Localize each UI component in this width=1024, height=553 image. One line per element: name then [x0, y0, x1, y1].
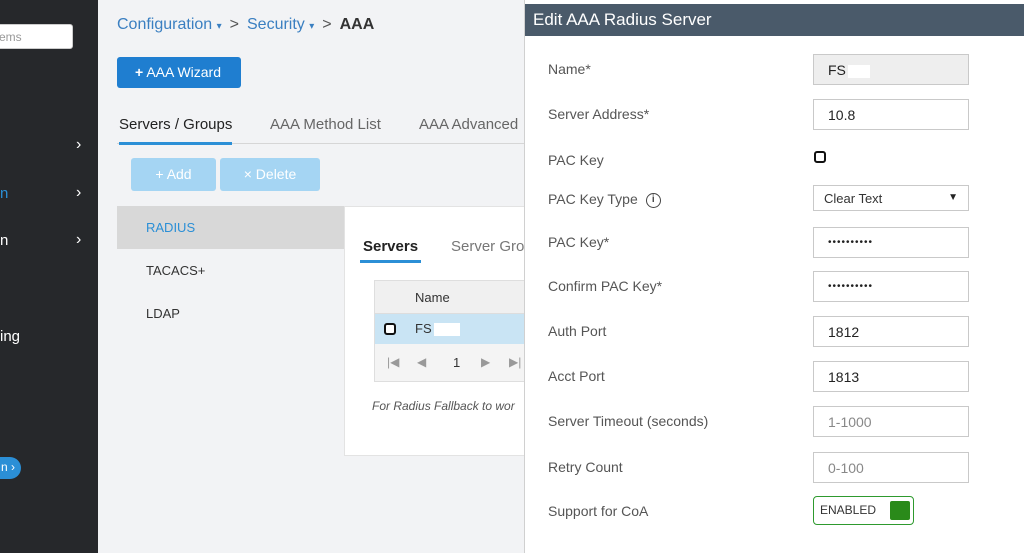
sidebar-item-3[interactable]: n ›	[0, 231, 98, 252]
tab-bar: Servers / Groups AAA Method List AAA Adv…	[117, 114, 528, 145]
name-label: Name*	[548, 61, 591, 77]
sidebar-item-2[interactable]: n ›	[0, 184, 98, 205]
chevron-right-icon: ›	[76, 136, 82, 153]
server-address-label: Server Address*	[548, 106, 650, 122]
next-page-icon[interactable]: ▶	[481, 355, 490, 369]
close-icon: ×	[243, 166, 252, 182]
server-type-radius[interactable]: RADIUS	[117, 206, 344, 249]
delete-label: Delete	[255, 166, 297, 182]
breadcrumb-configuration[interactable]: Configuration ▾	[117, 16, 222, 33]
server-type-ldap[interactable]: LDAP	[117, 292, 344, 335]
caret-down-icon: ▾	[309, 21, 315, 32]
row-name: FS	[415, 321, 460, 337]
info-icon[interactable]: i	[645, 192, 661, 208]
server-timeout-label: Server Timeout (seconds)	[548, 413, 709, 429]
toggle-knob	[890, 501, 910, 520]
grid-header-name[interactable]: Name	[415, 290, 450, 305]
aaa-wizard-label: AAA Wizard	[146, 64, 222, 80]
server-address-field[interactable]: 10.8	[813, 99, 969, 130]
main-content: Configuration ▾ > Security ▾ > AAA + AAA Wiz…	[98, 0, 528, 553]
servers-grid: Name FS |◀ ◀ 1 ▶ ▶|	[374, 280, 528, 382]
breadcrumb-current: AAA	[339, 16, 375, 33]
aaa-wizard-button[interactable]: + AAA Wizard	[117, 57, 241, 88]
auth-port-label: Auth Port	[548, 323, 607, 339]
delete-button[interactable]: × Delete	[220, 158, 320, 191]
add-button[interactable]: + Add	[131, 158, 216, 191]
sidebar-item-1[interactable]: ›	[0, 136, 98, 157]
confirm-pac-key-label: Confirm PAC Key*	[548, 278, 663, 294]
left-sidebar: ems › n › n › ing n ›	[0, 0, 98, 553]
server-type-list: RADIUS TACACS+ LDAP	[117, 206, 344, 335]
add-label: Add	[166, 166, 192, 182]
radius-servers-panel: Servers Server Groups Name FS |◀ ◀ 1 ▶ ▶…	[344, 206, 528, 456]
sidebar-search-input[interactable]: ems	[0, 24, 73, 49]
retry-count-field[interactable]: 0-100	[813, 452, 969, 483]
pac-key-type-value: Clear Text	[824, 191, 883, 206]
edit-panel-title: Edit AAA Radius Server	[525, 4, 1024, 36]
acct-port-label: Acct Port	[548, 368, 605, 384]
redacted-text	[433, 323, 460, 337]
pac-key-value-label: PAC Key*	[548, 234, 610, 250]
page-number: 1	[453, 355, 461, 370]
chevron-down-icon: ▼	[948, 192, 958, 203]
sidebar-pill-button[interactable]: n ›	[0, 457, 21, 479]
redacted-text	[847, 64, 870, 78]
subtab-server-groups[interactable]: Server Groups	[451, 238, 528, 255]
server-type-tacacs[interactable]: TACACS+	[117, 249, 344, 292]
row-checkbox[interactable]	[384, 323, 396, 335]
plus-icon: +	[135, 64, 144, 80]
breadcrumb-security[interactable]: Security ▾	[247, 16, 314, 33]
chevron-right-icon: ›	[76, 184, 82, 201]
support-coa-label: Support for CoA	[548, 503, 649, 519]
breadcrumb-separator: >	[322, 16, 332, 33]
plus-icon: +	[155, 166, 164, 182]
breadcrumb: Configuration ▾ > Security ▾ > AAA	[117, 16, 374, 34]
first-page-icon[interactable]: |◀	[387, 355, 399, 369]
pac-key-field[interactable]: ••••••••••	[813, 227, 969, 258]
fallback-note: For Radius Fallback to wor	[372, 399, 515, 413]
pac-key-checkbox[interactable]	[814, 151, 826, 163]
support-coa-toggle[interactable]: ENABLED	[813, 496, 914, 525]
grid-header: Name	[375, 281, 528, 314]
retry-count-label: Retry Count	[548, 459, 623, 475]
pac-key-label: PAC Key	[548, 152, 604, 168]
subtab-servers[interactable]: Servers	[359, 238, 422, 263]
sidebar-item-label: n	[0, 185, 9, 202]
last-page-icon[interactable]: ▶|	[509, 355, 521, 369]
toggle-state-label: ENABLED	[820, 503, 877, 517]
acct-port-field[interactable]: 1813	[813, 361, 969, 392]
caret-down-icon: ▾	[216, 21, 222, 32]
tab-aaa-method-list[interactable]: AAA Method List	[270, 116, 381, 133]
table-row[interactable]: FS	[375, 314, 528, 344]
tab-aaa-advanced[interactable]: AAA Advanced	[419, 116, 518, 133]
name-field: FS	[813, 54, 969, 85]
confirm-pac-key-field[interactable]: ••••••••••	[813, 271, 969, 302]
server-timeout-field[interactable]: 1-1000	[813, 406, 969, 437]
breadcrumb-separator: >	[229, 16, 239, 33]
sidebar-item-label: ing	[0, 328, 21, 345]
edit-radius-server-panel: Edit AAA Radius Server Name* FS Server A…	[524, 0, 1024, 553]
chevron-right-icon: ›	[76, 231, 82, 248]
sidebar-item-4[interactable]: ing	[0, 328, 98, 348]
grid-pager: |◀ ◀ 1 ▶ ▶|	[375, 345, 528, 381]
pac-key-type-select[interactable]: Clear Text ▼	[813, 185, 969, 211]
tab-servers-groups[interactable]: Servers / Groups	[119, 116, 233, 145]
sidebar-item-label: n	[0, 232, 9, 249]
pac-key-type-label: PAC Key Type i	[548, 191, 661, 208]
prev-page-icon[interactable]: ◀	[417, 355, 426, 369]
auth-port-field[interactable]: 1812	[813, 316, 969, 347]
